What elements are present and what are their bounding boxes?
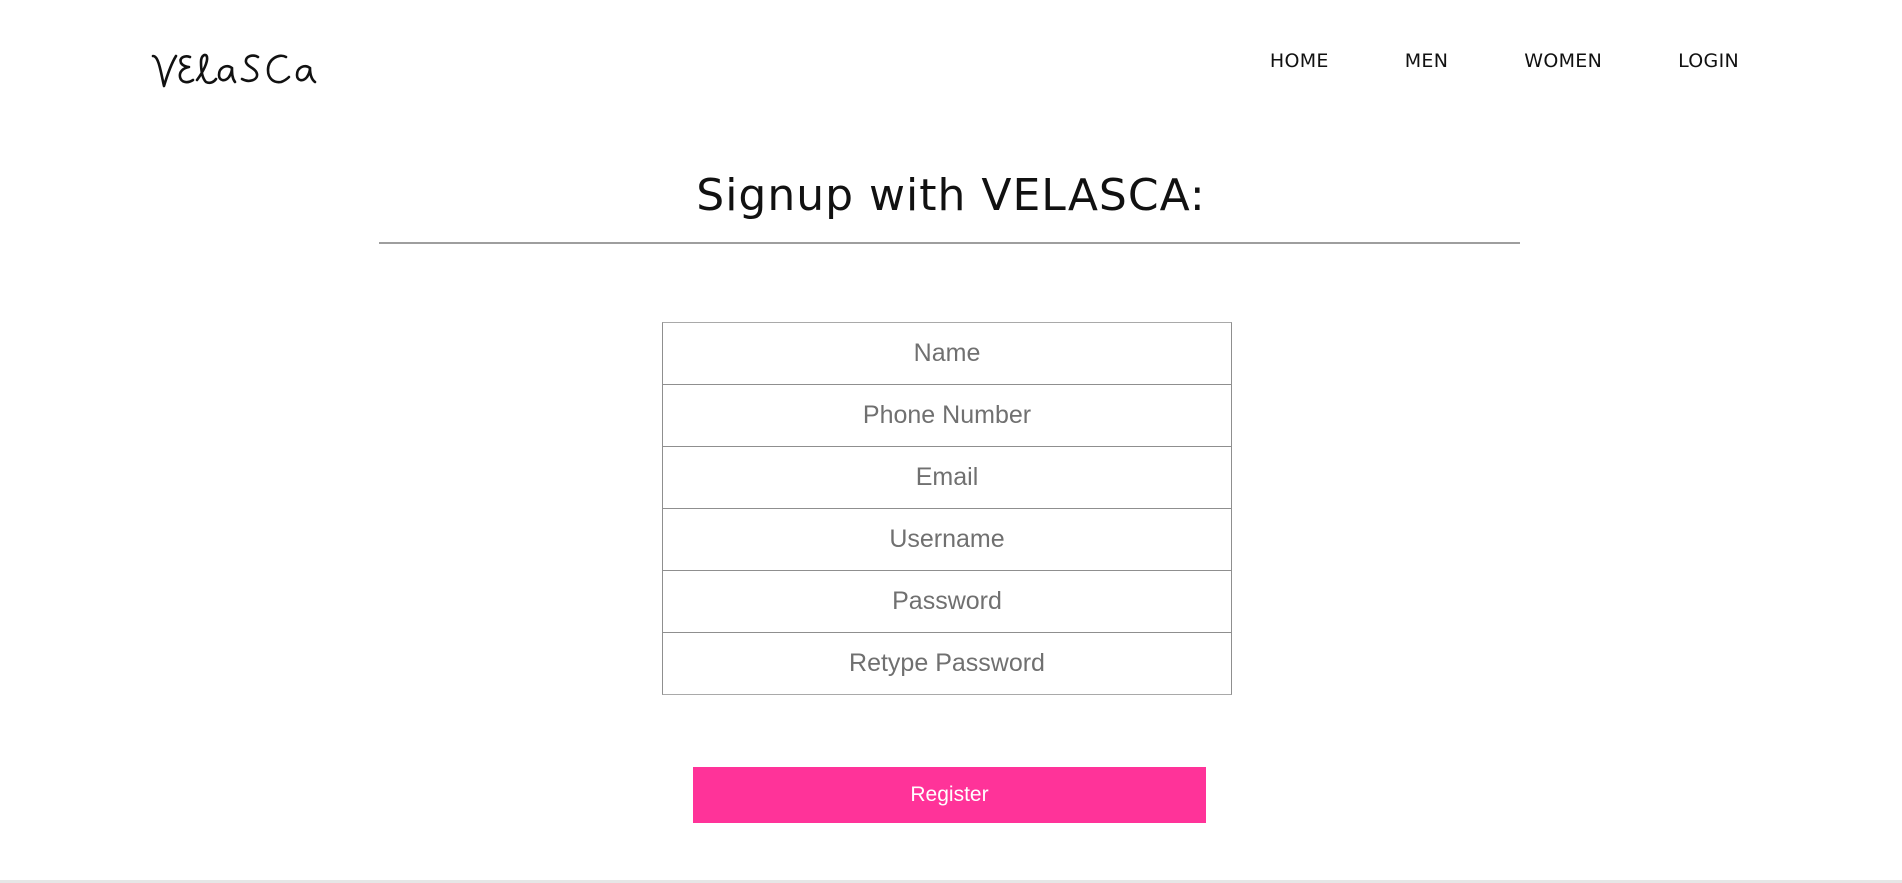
nav-item-women[interactable]: WOMEN <box>1524 50 1602 72</box>
main-nav: HOME MEN WOMEN LOGIN <box>1270 49 1739 73</box>
nav-item-home[interactable]: HOME <box>1270 50 1329 72</box>
password-field[interactable] <box>662 570 1232 633</box>
page: HOME MEN WOMEN LOGIN Signup with VELASCA… <box>0 0 1902 880</box>
velasca-logo[interactable] <box>150 42 335 94</box>
velasca-logo-mark <box>151 53 317 88</box>
title-divider <box>379 242 1520 244</box>
email-field[interactable] <box>662 446 1232 509</box>
register-button[interactable]: Register <box>693 767 1206 823</box>
nav-item-login[interactable]: LOGIN <box>1678 50 1739 72</box>
page-title: Signup with VELASCA: <box>696 170 1206 221</box>
retype-password-field[interactable] <box>662 632 1232 695</box>
signup-form <box>662 322 1232 695</box>
name-field[interactable] <box>662 322 1232 385</box>
phone-number-field[interactable] <box>662 384 1232 447</box>
nav-item-men[interactable]: MEN <box>1405 50 1449 72</box>
username-field[interactable] <box>662 508 1232 571</box>
